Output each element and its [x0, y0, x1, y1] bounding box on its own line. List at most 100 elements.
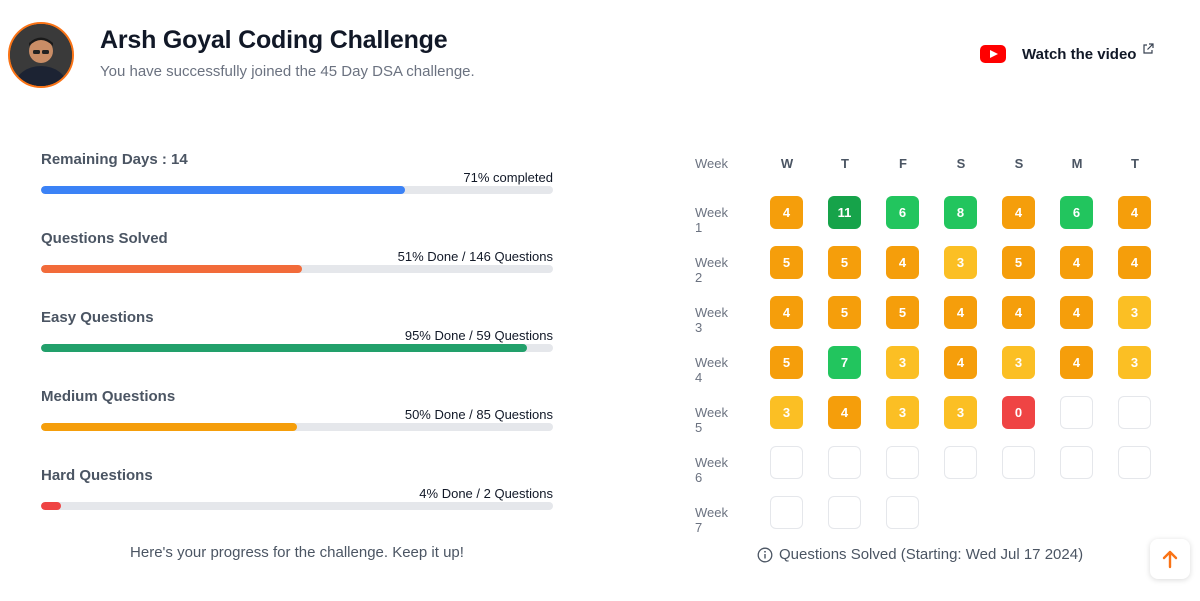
- day-cell: 5: [1002, 246, 1035, 279]
- calendar-caption: Questions Solved (Starting: Wed Jul 17 2…: [757, 546, 1083, 563]
- progress-message: Here's your progress for the challenge. …: [130, 544, 464, 561]
- day-cell: 5: [828, 296, 861, 329]
- external-link-icon: [1143, 43, 1155, 54]
- stat-row: Remaining Days : 14 71% completed: [41, 148, 553, 227]
- day-cell: 4: [1060, 246, 1093, 279]
- week-row-label: Week 7: [695, 505, 728, 535]
- day-cell-empty: [1118, 396, 1151, 429]
- day-cell: 5: [770, 246, 803, 279]
- day-cell-empty: [1002, 446, 1035, 479]
- day-cell: 5: [828, 246, 861, 279]
- profile-avatar: [8, 22, 74, 88]
- day-cell: 3: [886, 346, 919, 379]
- day-cell: 3: [944, 246, 977, 279]
- day-cell-empty: [886, 496, 919, 529]
- day-cell: 4: [1060, 346, 1093, 379]
- day-column-header: S: [1014, 156, 1024, 171]
- week-row-label: Week 4: [695, 355, 728, 385]
- day-cell: 5: [886, 296, 919, 329]
- info-icon: [757, 547, 773, 562]
- progress-fill: [41, 344, 528, 352]
- day-cell-empty: [770, 446, 803, 479]
- day-cell: 4: [1002, 296, 1035, 329]
- stat-row: Medium Questions 50% Done / 85 Questions: [41, 385, 553, 464]
- day-cell: 6: [886, 196, 919, 229]
- day-column-header: F: [899, 156, 907, 171]
- stat-value: 50% Done / 85 Questions: [404, 407, 553, 422]
- stat-row: Hard Questions 4% Done / 2 Questions: [41, 464, 553, 543]
- stat-label: Easy Questions: [41, 309, 154, 326]
- day-cell-empty: [886, 446, 919, 479]
- day-cell-empty: [944, 446, 977, 479]
- progress-stats: Remaining Days : 14 71% completed Question…: [41, 148, 553, 543]
- stat-row: Easy Questions 95% Done / 59 Questions: [41, 306, 553, 385]
- day-cell-empty: [828, 496, 861, 529]
- watch-video-link[interactable]: Watch the video: [980, 42, 1155, 66]
- calendar-caption-text: Questions Solved (Starting: Wed Jul 17 2…: [779, 546, 1084, 563]
- day-cell: 4: [1002, 196, 1035, 229]
- stat-label: Medium Questions: [41, 388, 176, 405]
- day-cell-empty: [828, 446, 861, 479]
- day-cell: 3: [1118, 346, 1151, 379]
- day-cell: 3: [1118, 296, 1151, 329]
- day-cell: 4: [1060, 296, 1093, 329]
- day-cell: 7: [828, 346, 861, 379]
- day-column-header: W: [780, 156, 794, 171]
- progress-track: [41, 186, 553, 194]
- day-cell: 4: [1118, 196, 1151, 229]
- day-cell: 3: [944, 396, 977, 429]
- youtube-icon: [980, 45, 1006, 63]
- progress-fill: [41, 265, 303, 273]
- week-row-label: Week 3: [695, 305, 728, 335]
- page-title: Arsh Goyal Coding Challenge: [100, 26, 448, 54]
- week-row-label: Week 2: [695, 255, 728, 285]
- watch-video-label: Watch the video: [1022, 45, 1137, 63]
- day-cell: 4: [1118, 246, 1151, 279]
- day-column-header: T: [841, 156, 849, 171]
- stat-label: Hard Questions: [41, 467, 153, 484]
- day-cell: 4: [944, 346, 977, 379]
- scroll-to-top-button[interactable]: [1150, 539, 1190, 579]
- day-cell: 4: [770, 196, 803, 229]
- stat-value: 51% Done / 146 Questions: [397, 249, 553, 264]
- progress-track: [41, 344, 553, 352]
- day-cell-empty: [1060, 396, 1093, 429]
- stat-value: 95% Done / 59 Questions: [404, 328, 553, 343]
- day-column-header: M: [1071, 156, 1083, 171]
- day-cell: 4: [828, 396, 861, 429]
- week-column-header: Week: [695, 156, 728, 171]
- progress-fill: [41, 423, 297, 431]
- progress-track: [41, 423, 553, 431]
- day-cell: 3: [1002, 346, 1035, 379]
- page-header: Arsh Goyal Coding Challenge You have suc…: [0, 0, 1200, 110]
- stat-value: 71% completed: [463, 170, 553, 185]
- stat-value: 4% Done / 2 Questions: [419, 486, 553, 501]
- week-row-label: Week 6: [695, 455, 728, 485]
- day-cell: 4: [886, 246, 919, 279]
- stat-label: Questions Solved: [41, 230, 168, 247]
- day-cell: 8: [944, 196, 977, 229]
- stat-label: Remaining Days : 14: [41, 151, 188, 168]
- day-cell: 4: [944, 296, 977, 329]
- stat-row: Questions Solved 51% Done / 146 Questions: [41, 227, 553, 306]
- day-cell: 11: [828, 196, 861, 229]
- progress-fill: [41, 186, 405, 194]
- progress-fill: [41, 502, 62, 510]
- day-cell-empty: [770, 496, 803, 529]
- week-row-label: Week 5: [695, 405, 728, 435]
- day-cell: 0: [1002, 396, 1035, 429]
- day-cell: 6: [1060, 196, 1093, 229]
- day-cell-empty: [1060, 446, 1093, 479]
- week-row-label: Week 1: [695, 205, 728, 235]
- page-subtitle: You have successfully joined the 45 Day …: [100, 63, 475, 80]
- progress-track: [41, 265, 553, 273]
- day-column-header: S: [956, 156, 966, 171]
- day-cell: 5: [770, 346, 803, 379]
- day-cell: 3: [886, 396, 919, 429]
- day-cell: 3: [770, 396, 803, 429]
- day-cell-empty: [1118, 446, 1151, 479]
- arrow-up-icon: [1162, 550, 1178, 569]
- day-cell: 4: [770, 296, 803, 329]
- progress-track: [41, 502, 553, 510]
- day-column-header: T: [1131, 156, 1139, 171]
